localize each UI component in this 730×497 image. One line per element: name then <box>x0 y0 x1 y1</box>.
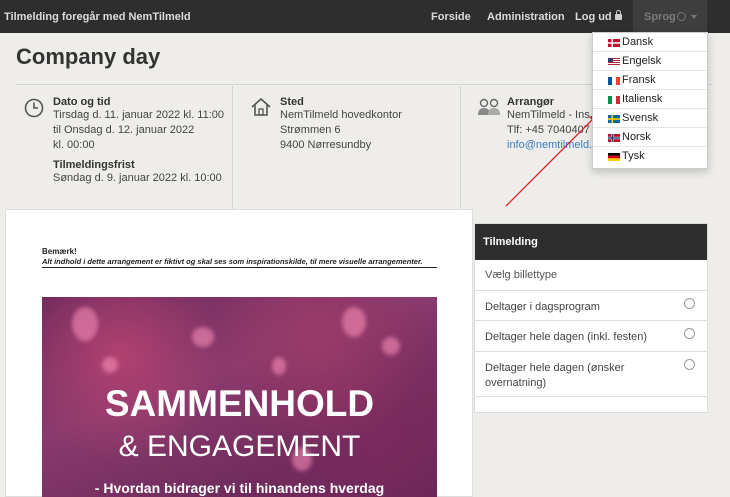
ticket-radio[interactable] <box>684 328 695 339</box>
hero-tagline: - Hvordan bidrager vi til hinandens hver… <box>94 480 385 496</box>
users-icon <box>478 98 500 115</box>
registration-title: Tilmelding <box>483 236 538 248</box>
ticket-option[interactable]: Deltager hele dagen (ønsker overnatning) <box>475 351 707 397</box>
language-label: Svensk <box>622 112 659 124</box>
date-label: Dato og tid <box>53 96 111 108</box>
language-dropdown: Dansk Engelsk Fransk Italiensk Svensk No… <box>592 32 708 169</box>
registration-panel: Tilmelding Vælg billettype Deltager i da… <box>474 223 708 413</box>
caret-down-icon <box>691 15 697 19</box>
info-divider <box>232 86 233 210</box>
place-info: Sted NemTilmeld hovedkontor Strømmen 6 9… <box>280 96 460 216</box>
ticket-option-label: Deltager i dagsprogram <box>485 301 600 313</box>
no-flag-icon <box>608 134 620 142</box>
nav-logout-link[interactable]: Log ud <box>575 10 622 23</box>
ticket-option-label: Deltager hele dagen (ønsker overnatning) <box>485 362 625 389</box>
language-option-tysk[interactable]: Tysk <box>593 147 707 166</box>
date-info: Dato og tid Tirsdag d. 11. januar 2022 k… <box>53 96 233 216</box>
date-line-1: Tirsdag d. 11. januar 2022 kl. 11:00 <box>53 109 225 121</box>
lock-icon <box>614 10 622 20</box>
note-underline <box>42 267 437 268</box>
bokeh-light <box>342 307 366 337</box>
language-label: Italiensk <box>622 93 663 105</box>
dk-flag-icon <box>608 39 620 47</box>
date-line-2: til Onsdag d. 12. januar 2022 <box>53 124 195 136</box>
page-title: Company day <box>16 44 161 69</box>
nav-forside-link[interactable]: Forside <box>431 11 471 23</box>
us-flag-icon <box>608 58 620 66</box>
language-label: Fransk <box>622 74 656 86</box>
de-flag-icon <box>608 153 620 161</box>
place-line-2: Strømmen 6 <box>280 124 341 136</box>
date-line-3: kl. 00:00 <box>53 139 95 151</box>
place-line-1: NemTilmeld hovedkontor <box>280 109 402 121</box>
language-label: Dansk <box>622 36 654 48</box>
language-option-svensk[interactable]: Svensk <box>593 109 707 128</box>
hero-subheadline: & ENGAGEMENT <box>118 430 361 463</box>
clock-icon <box>24 98 44 118</box>
language-option-fransk[interactable]: Fransk <box>593 71 707 90</box>
ticket-option[interactable]: Deltager hele dagen (inkl. festen) <box>475 320 707 351</box>
deadline-label: Tilmeldingsfrist <box>53 159 135 171</box>
deadline-value: Søndag d. 9. januar 2022 kl. 10:00 <box>53 172 222 184</box>
registration-header: Tilmelding <box>475 224 707 260</box>
place-label: Sted <box>280 96 304 108</box>
brand-text: Tilmelding foregår med NemTilmeld <box>4 11 191 23</box>
event-description-card: Bemærk! Alt indhold i dette arrangement … <box>5 209 473 497</box>
fr-flag-icon <box>608 77 620 85</box>
bokeh-light <box>102 357 118 373</box>
home-icon <box>251 97 271 116</box>
it-flag-icon <box>608 96 620 104</box>
bokeh-light <box>192 327 214 347</box>
logout-label: Log ud <box>575 11 612 23</box>
ticket-type-label: Vælg billettype <box>485 269 558 281</box>
ticket-option-label: Deltager hele dagen (inkl. festen) <box>485 331 648 343</box>
language-label: Tysk <box>622 150 645 162</box>
language-option-engelsk[interactable]: Engelsk <box>593 52 707 71</box>
top-navbar: Tilmelding foregår med NemTilmeld Forsid… <box>0 0 730 33</box>
language-label: Norsk <box>622 131 651 143</box>
bokeh-light <box>72 307 98 341</box>
language-option-dansk[interactable]: Dansk <box>593 33 707 52</box>
note-title: Bemærk! <box>42 247 77 256</box>
language-option-italiensk[interactable]: Italiensk <box>593 90 707 109</box>
hero-banner-image: SAMMENHOLD & ENGAGEMENT - Hvordan bidrag… <box>42 297 437 497</box>
nav-administration-link[interactable]: Administration <box>487 11 565 23</box>
ticket-option[interactable]: Deltager i dagsprogram <box>475 290 707 320</box>
hero-headline: SAMMENHOLD <box>104 383 375 424</box>
language-menu-label: Sprog <box>644 11 676 23</box>
note-text: Alt indhold i dette arrangement er fikti… <box>42 257 423 266</box>
bokeh-light <box>382 337 400 355</box>
globe-icon <box>677 12 686 21</box>
language-menu-button[interactable]: Sprog <box>633 0 707 33</box>
info-divider <box>460 86 461 210</box>
ticket-radio[interactable] <box>684 298 695 309</box>
bokeh-light <box>272 357 286 375</box>
language-label: Engelsk <box>622 55 662 67</box>
se-flag-icon <box>608 115 620 123</box>
ticket-radio[interactable] <box>684 359 695 370</box>
language-option-norsk[interactable]: Norsk <box>593 128 707 147</box>
place-line-3: 9400 Nørresundby <box>280 139 372 151</box>
